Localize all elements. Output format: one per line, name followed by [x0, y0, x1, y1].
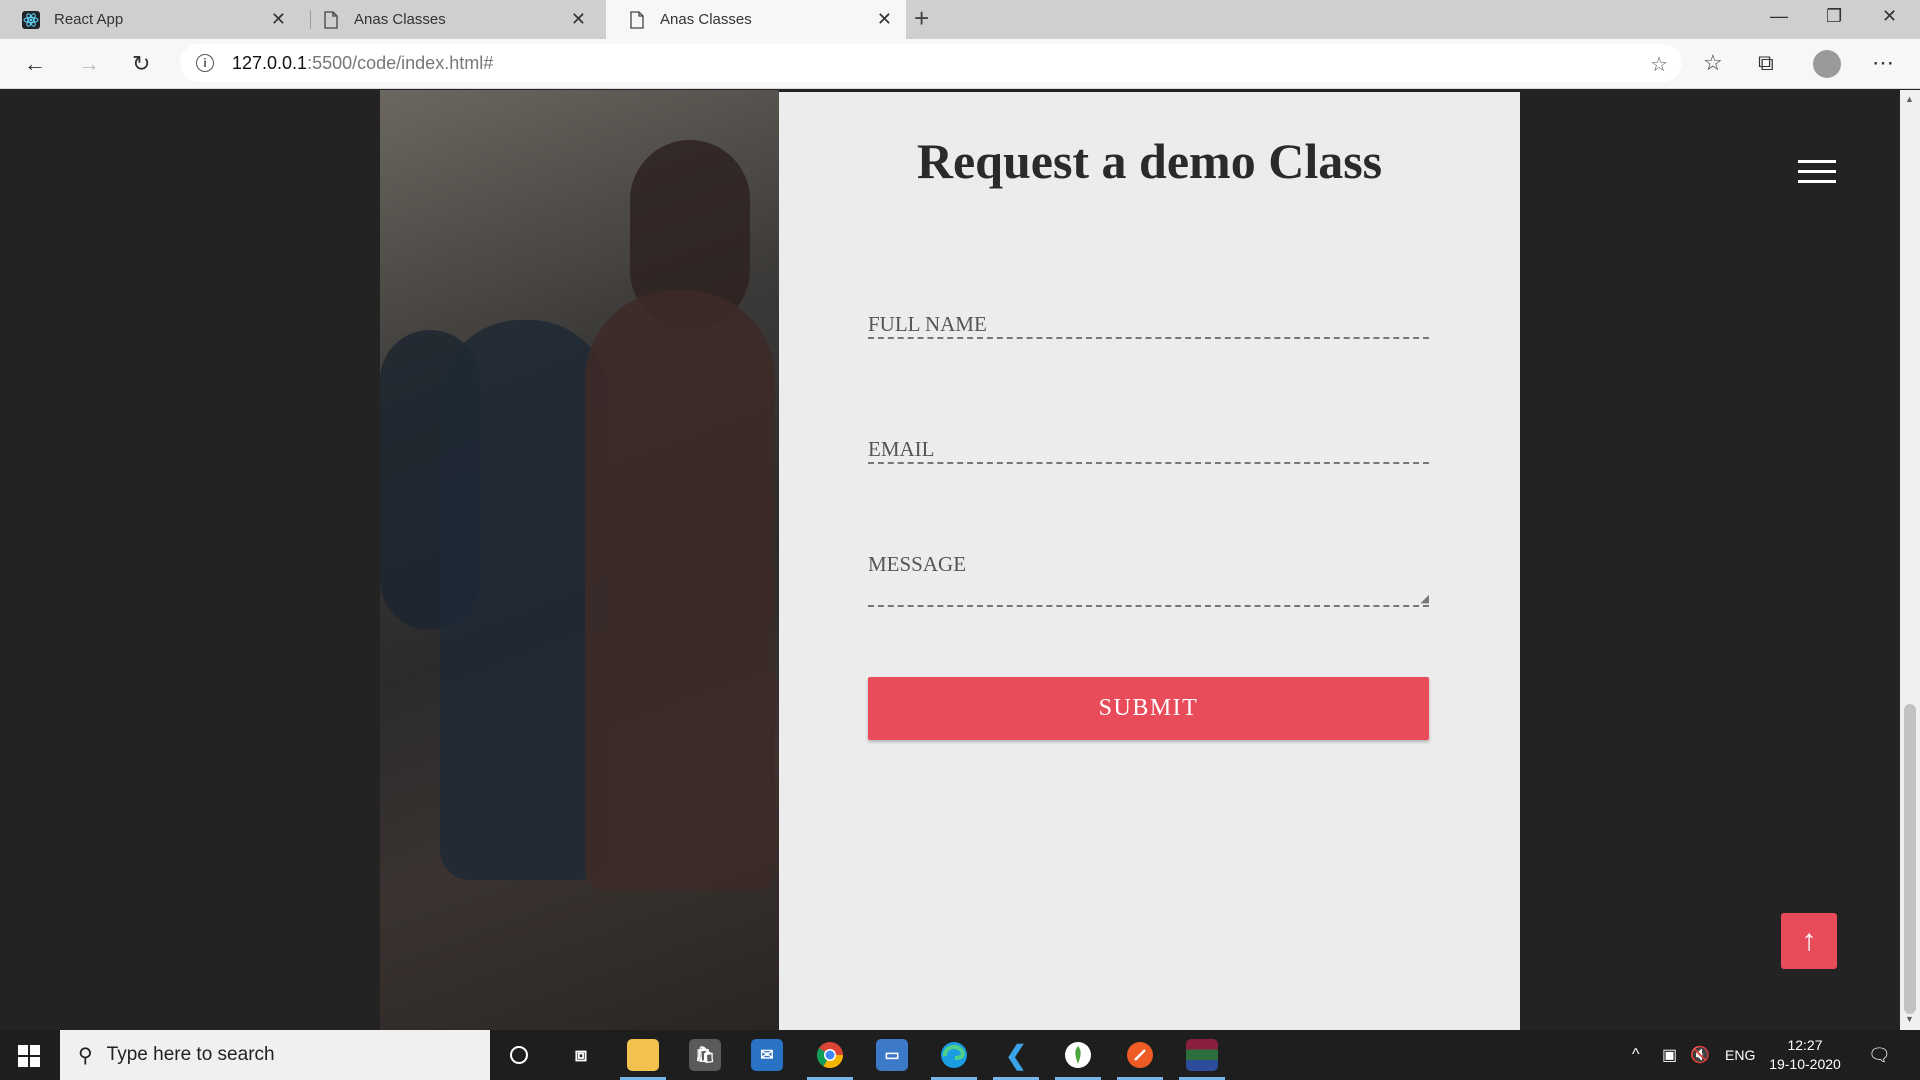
- tray-chevron-icon[interactable]: ^: [1632, 1030, 1640, 1080]
- search-icon: ⚲: [78, 1044, 93, 1067]
- back-icon[interactable]: ←: [24, 51, 46, 77]
- back-to-top-button[interactable]: ↑: [1781, 913, 1837, 969]
- file-explorer-icon[interactable]: [627, 1039, 659, 1071]
- address-bar-row: ← → ↻ i 127.0.0.1:5500/code/index.html# …: [0, 39, 1920, 89]
- full-name-field[interactable]: FULL NAME: [868, 312, 1429, 339]
- winrar-icon[interactable]: [1186, 1039, 1218, 1071]
- language-indicator[interactable]: ENG: [1725, 1030, 1755, 1080]
- minimize-icon[interactable]: —: [1770, 6, 1788, 27]
- clock-time: 12:27: [1787, 1037, 1823, 1053]
- scroll-down-icon[interactable]: ▼: [1905, 1014, 1914, 1024]
- tab-title: Anas Classes: [354, 11, 446, 28]
- store-icon[interactable]: 🛍: [689, 1039, 721, 1071]
- form-title: Request a demo Class: [916, 133, 1383, 189]
- remote-desktop-icon[interactable]: ▭: [876, 1039, 908, 1071]
- page-viewport: Request a demo Class FULL NAME EMAIL MES…: [0, 90, 1900, 1030]
- message-placeholder: MESSAGE: [868, 552, 967, 576]
- vscode-icon[interactable]: ❮: [1000, 1039, 1032, 1071]
- close-tab-icon[interactable]: ✕: [271, 9, 286, 30]
- favorites-icon[interactable]: ☆: [1703, 50, 1723, 76]
- url-path: :5500/code/index.html#: [307, 52, 494, 73]
- mail-icon[interactable]: ✉: [751, 1039, 783, 1071]
- collections-icon[interactable]: ⧉: [1758, 50, 1774, 76]
- refresh-icon[interactable]: ↻: [132, 51, 150, 77]
- page-icon: [322, 10, 340, 29]
- clock[interactable]: 12:27 19-10-2020: [1760, 1036, 1850, 1074]
- favorite-star-icon[interactable]: ☆: [1650, 52, 1668, 77]
- url-field[interactable]: i 127.0.0.1:5500/code/index.html# ☆: [180, 44, 1682, 82]
- scroll-up-icon[interactable]: ▲: [1905, 94, 1914, 104]
- url-host: 127.0.0.1: [232, 52, 308, 73]
- profile-avatar[interactable]: [1813, 50, 1841, 78]
- page-scrollbar[interactable]: ▲ ▼: [1900, 90, 1920, 1030]
- forward-icon[interactable]: →: [78, 51, 100, 77]
- edge-icon[interactable]: [938, 1039, 970, 1071]
- tab-title: Anas Classes: [660, 11, 752, 28]
- arrow-up-icon: ↑: [1801, 924, 1817, 957]
- tab-title: React App: [54, 11, 124, 28]
- field-underline: [868, 605, 1429, 607]
- more-icon[interactable]: ⋯: [1872, 50, 1894, 76]
- tab-react-app[interactable]: React App ✕: [0, 0, 300, 39]
- postman-icon[interactable]: [1124, 1039, 1156, 1071]
- team-photo: [380, 90, 779, 1030]
- task-view-icon[interactable]: ⧈: [565, 1039, 597, 1071]
- scrollbar-thumb[interactable]: [1904, 704, 1916, 1014]
- clock-date: 19-10-2020: [1769, 1056, 1841, 1072]
- message-textarea[interactable]: MESSAGE ◢: [868, 552, 1429, 607]
- page-icon: [628, 10, 646, 29]
- hamburger-icon[interactable]: [1798, 160, 1836, 184]
- email-field[interactable]: EMAIL: [868, 437, 1429, 464]
- volume-muted-icon[interactable]: 🔇: [1690, 1030, 1710, 1080]
- notifications-icon[interactable]: 🗨: [1868, 1030, 1891, 1080]
- photo-figure: [585, 290, 775, 890]
- field-underline: [868, 337, 1429, 339]
- close-tab-icon[interactable]: ✕: [877, 9, 892, 30]
- windows-taskbar: ⚲ Type here to search ⧈ 🛍 ✉ ▭ ❮ ^ ▣ 🔇 EN…: [0, 1030, 1920, 1080]
- chrome-icon[interactable]: [814, 1039, 846, 1071]
- network-icon[interactable]: ▣: [1662, 1030, 1677, 1080]
- restore-icon[interactable]: ❐: [1826, 6, 1842, 27]
- mongodb-icon[interactable]: [1062, 1039, 1094, 1071]
- demo-request-form: Request a demo Class FULL NAME EMAIL MES…: [779, 92, 1520, 1030]
- cortana-icon[interactable]: [503, 1039, 535, 1071]
- new-tab-button[interactable]: +: [914, 3, 929, 34]
- resize-handle-icon[interactable]: ◢: [1421, 592, 1429, 605]
- windows-start-icon[interactable]: [18, 1045, 40, 1067]
- submit-button[interactable]: SUBMIT: [868, 677, 1429, 740]
- email-placeholder: EMAIL: [868, 437, 935, 461]
- react-icon: [22, 10, 40, 29]
- tab-strip: React App ✕ Anas Classes ✕ Anas Classes …: [0, 0, 1920, 39]
- close-window-icon[interactable]: ✕: [1882, 6, 1897, 27]
- search-placeholder: Type here to search: [106, 1044, 275, 1065]
- tab-anas-classes-active[interactable]: Anas Classes ✕: [606, 0, 906, 39]
- full-name-placeholder: FULL NAME: [868, 312, 987, 336]
- close-tab-icon[interactable]: ✕: [571, 9, 586, 30]
- field-underline: [868, 462, 1429, 464]
- tab-anas-classes[interactable]: Anas Classes ✕: [300, 0, 600, 39]
- taskbar-search-input[interactable]: ⚲ Type here to search: [60, 1030, 490, 1080]
- site-info-icon[interactable]: i: [196, 54, 214, 72]
